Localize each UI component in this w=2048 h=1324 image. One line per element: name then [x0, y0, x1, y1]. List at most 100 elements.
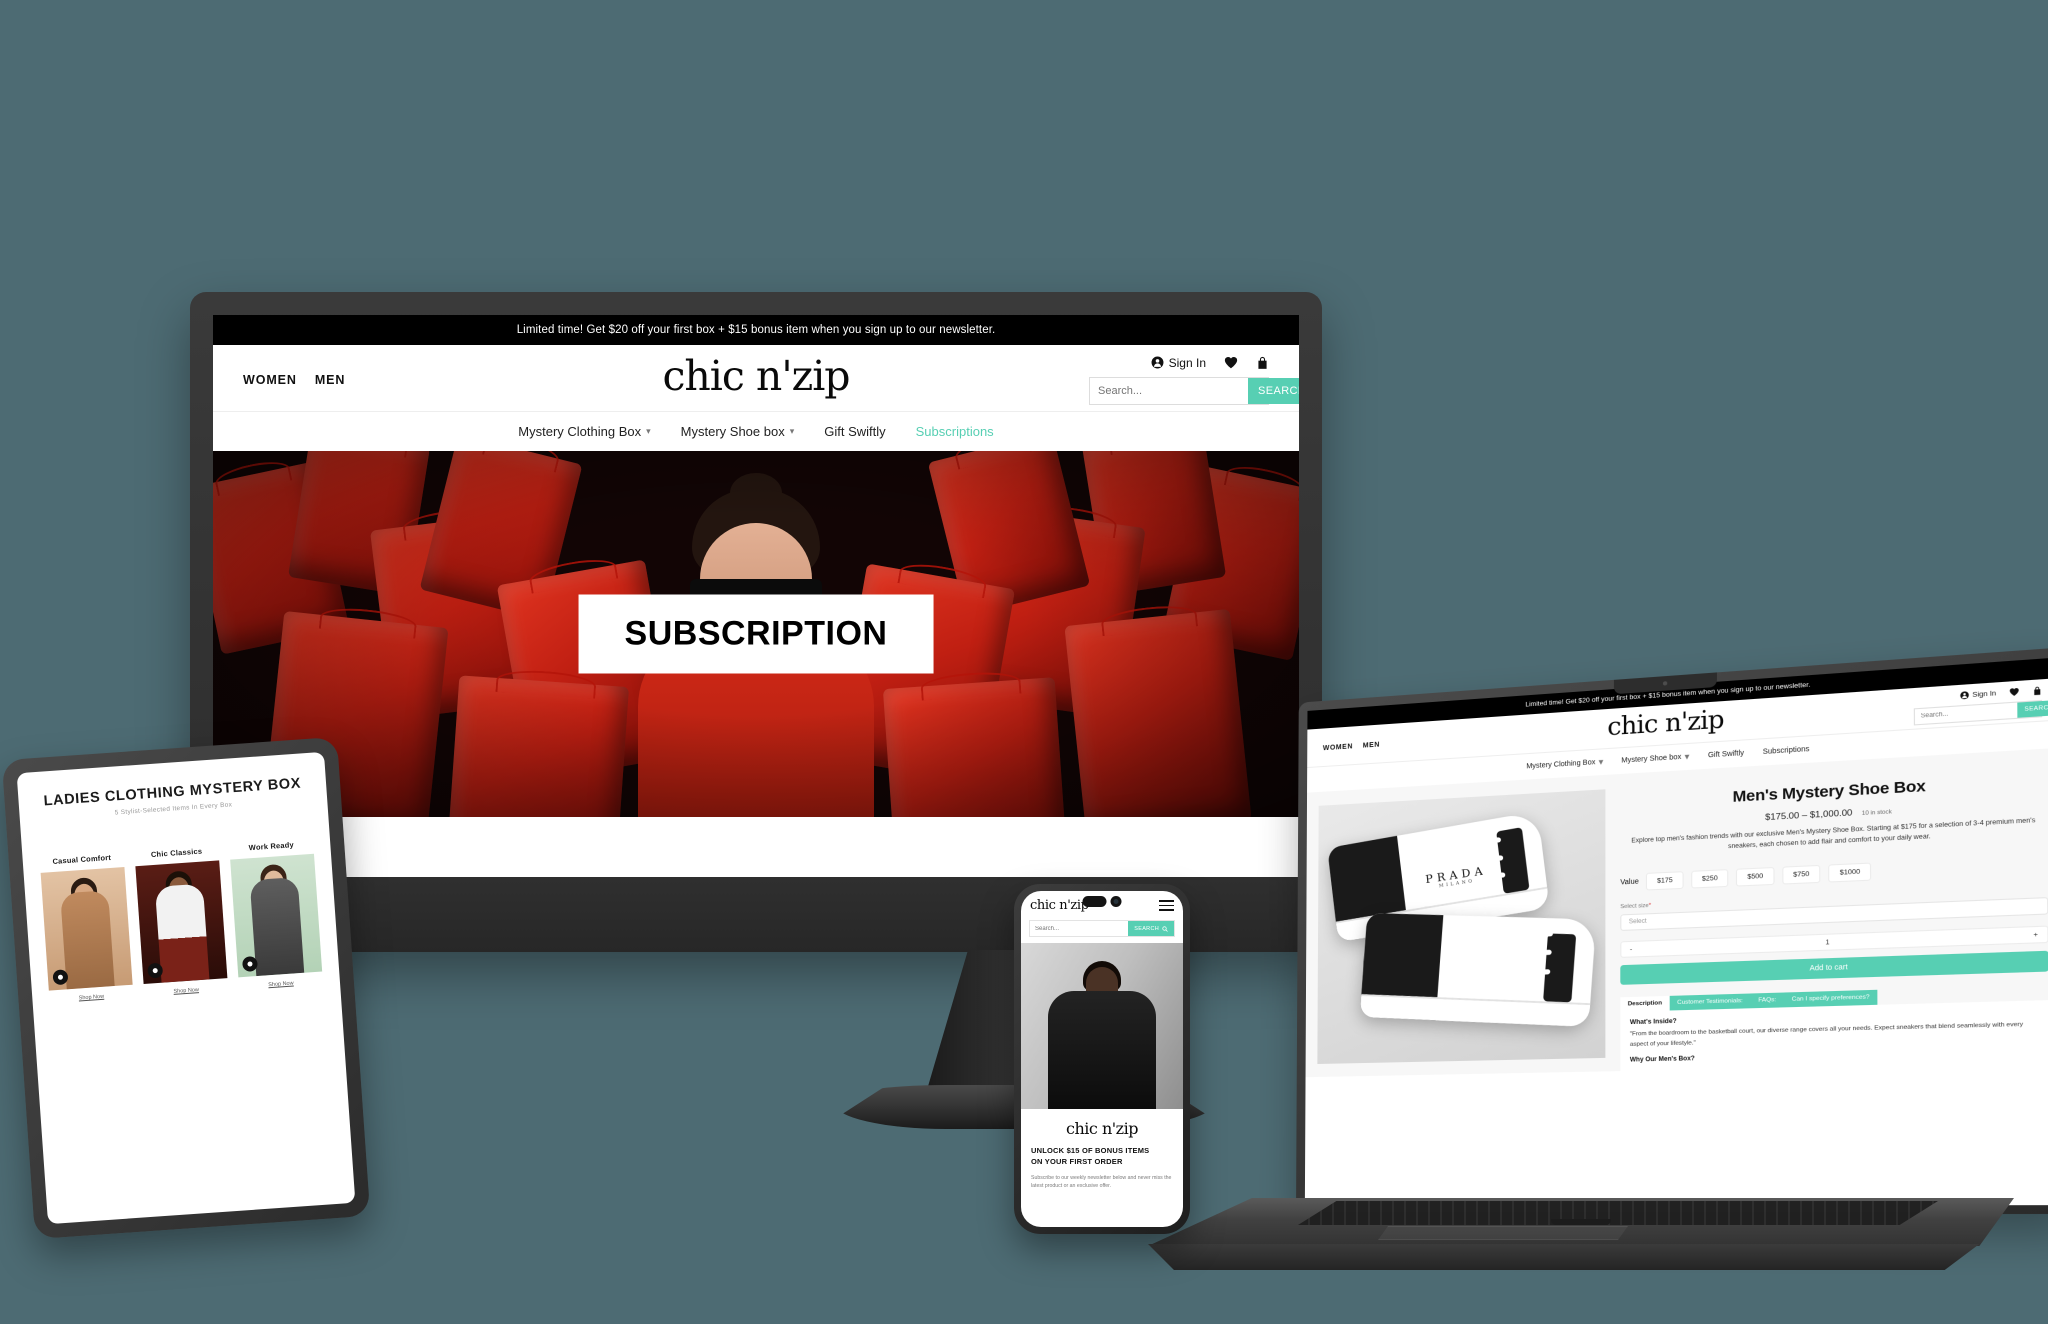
- category-card[interactable]: Work Ready Shop Now: [229, 839, 323, 991]
- phone-search-box[interactable]: SEARCH: [1029, 920, 1175, 937]
- laptop-search-button[interactable]: SEARCH: [2017, 698, 2048, 718]
- tablet-card-grid: Casual Comfort Shop Now Chic Classics Sh…: [35, 823, 326, 1004]
- dynamic-island: [1082, 896, 1122, 907]
- phone-device: chic n'zip SEARCH: [1014, 884, 1190, 1234]
- search-box[interactable]: SEARCH: [1089, 376, 1299, 405]
- laptop-base: [1148, 1198, 2014, 1270]
- laptop-foot: [1148, 1244, 1980, 1270]
- nav-item-subscriptions[interactable]: Subscriptions: [916, 424, 994, 439]
- phone-search-input[interactable]: [1030, 921, 1129, 936]
- front-camera-icon: [1110, 896, 1122, 907]
- nav-item-label: Gift Swiftly: [824, 424, 886, 439]
- sneaker-image-front: [1359, 912, 1597, 1027]
- quantity-decrease-button[interactable]: -: [1630, 946, 1632, 953]
- heart-icon[interactable]: [1224, 356, 1238, 369]
- shop-now-link[interactable]: Shop Now: [49, 992, 133, 1004]
- shop-now-link[interactable]: Shop Now: [239, 978, 323, 990]
- value-label: Value: [1620, 878, 1639, 887]
- laptop-sign-in-button[interactable]: Sign In: [1959, 689, 1997, 700]
- phone-search-button[interactable]: SEARCH: [1128, 921, 1174, 936]
- product-info-panel: Men's Mystery Shoe Box $175.00 – $1,000.…: [1620, 764, 2048, 1072]
- value-option-175[interactable]: $175: [1646, 871, 1684, 891]
- bag-icon[interactable]: [1256, 356, 1269, 370]
- quantity-increase-button[interactable]: +: [2033, 931, 2038, 939]
- shop-now-link[interactable]: Shop Now: [144, 985, 228, 997]
- search-icon: [1162, 925, 1168, 932]
- value-option-500[interactable]: $500: [1736, 867, 1775, 888]
- header-left-links: WOMEN MEN: [243, 373, 345, 387]
- sign-in-button[interactable]: Sign In: [1151, 356, 1206, 370]
- laptop-nav-item-gift-swiftly[interactable]: Gift Swiftly: [1708, 748, 1744, 762]
- subscription-banner[interactable]: SUBSCRIPTION: [578, 594, 934, 674]
- search-input[interactable]: [1090, 377, 1248, 404]
- speaker-pill: [1082, 896, 1107, 907]
- phone-brand-logo[interactable]: chic n'zip: [1030, 898, 1089, 913]
- laptop-search-button-label: SEARCH: [2024, 704, 2048, 713]
- nav-link-men[interactable]: MEN: [315, 373, 345, 387]
- tab-can-i-specify-preferences[interactable]: Can I specify preferences?: [1783, 990, 1878, 1008]
- hero-section: SUBSCRIPTION: [213, 451, 1299, 817]
- subscription-banner-label: SUBSCRIPTION: [624, 614, 888, 653]
- add-to-cart-button[interactable]: Add to cart: [1620, 951, 2048, 986]
- nav-item-label: Subscriptions: [915, 424, 994, 439]
- brand-logo[interactable]: chic n'zip: [662, 352, 850, 400]
- laptop-front-notch: [1551, 1219, 1611, 1225]
- laptop-lid: Limited time! Get $20 off your first box…: [1296, 646, 2048, 1214]
- site-header: WOMEN MEN chic n'zip Sign In Search... S…: [213, 345, 1299, 411]
- laptop-brand-logo[interactable]: chic n'zip: [1607, 705, 1723, 742]
- laptop-keyboard[interactable]: [1298, 1201, 1938, 1225]
- laptop-account-row: Sign In: [1959, 685, 2043, 700]
- laptop-nav-item-mystery-clothing-box[interactable]: Mystery Clothing Box ▾: [1526, 757, 1603, 773]
- camera-icon: [1662, 681, 1668, 686]
- heart-icon[interactable]: [2009, 687, 2020, 697]
- category-card-title: Casual Comfort: [52, 852, 112, 866]
- phone-newsletter-block: chic n'zip UNLOCK $15 OF BONUS ITEMS ON …: [1021, 1109, 1183, 1190]
- phone-newsletter-headline-line1: UNLOCK $15 OF BONUS ITEMS: [1031, 1146, 1150, 1155]
- value-option-1000[interactable]: $1000: [1828, 863, 1872, 884]
- account-icon: [1151, 356, 1164, 369]
- laptop-search-box[interactable]: SEARCH: [1913, 698, 2048, 725]
- category-card[interactable]: Chic Classics Shop Now: [134, 845, 228, 997]
- phone-newsletter-headline: UNLOCK $15 OF BONUS ITEMS ON YOUR FIRST …: [1031, 1145, 1173, 1168]
- product-stock: 10 in stock: [1861, 809, 1892, 818]
- phone-header: chic n'zip: [1021, 891, 1183, 916]
- product-gallery[interactable]: PRADA MILANO: [1317, 789, 1606, 1064]
- tab-faqs[interactable]: FAQs:: [1750, 993, 1784, 1009]
- tab-panel-body: "From the boardroom to the basketball co…: [1629, 1022, 2024, 1049]
- laptop-screen: Limited time! Get $20 off your first box…: [1304, 657, 2048, 1206]
- laptop-trackpad[interactable]: [1378, 1226, 1628, 1240]
- value-option-750[interactable]: $750: [1782, 865, 1821, 886]
- category-card-image: [230, 853, 323, 978]
- value-option-250[interactable]: $250: [1691, 869, 1729, 890]
- tab-description[interactable]: Description: [1620, 996, 1670, 1013]
- laptop-header-right-cluster: Sign In SEARCH: [1913, 685, 2048, 725]
- hamburger-menu-icon[interactable]: [1159, 900, 1174, 911]
- laptop-nav-item-label: Mystery Clothing Box: [1526, 759, 1596, 771]
- chevron-down-icon: ▾: [646, 426, 651, 436]
- phone-hero-image: [1021, 943, 1183, 1109]
- phone-newsletter-body: Subscribe to our weekly newsletter below…: [1031, 1174, 1172, 1189]
- nav-item-gift-swiftly[interactable]: Gift Swiftly: [824, 424, 885, 439]
- category-card-title: Work Ready: [248, 840, 295, 853]
- account-icon: [1959, 691, 1969, 700]
- nav-item-label: Mystery Clothing Box: [518, 424, 642, 439]
- laptop-nav-item-mystery-shoe-box[interactable]: Mystery Shoe box ▾: [1621, 751, 1689, 767]
- main-nav: Mystery Clothing Box ▾ Mystery Shoe box …: [213, 411, 1299, 451]
- device-mockup-stage: Limited time! Get $20 off your first box…: [0, 0, 2048, 1324]
- search-button[interactable]: SEARCH: [1248, 377, 1299, 404]
- nav-link-women[interactable]: WOMEN: [243, 373, 297, 387]
- laptop-product-page: PRADA MILANO Men's Mystery Shoe Box $175…: [1305, 747, 2048, 1078]
- monitor-screen: Limited time! Get $20 off your first box…: [213, 315, 1299, 877]
- laptop-nav-item-subscriptions[interactable]: Subscriptions: [1763, 744, 1810, 758]
- category-card-image: [40, 867, 133, 991]
- nav-item-mystery-clothing-box[interactable]: Mystery Clothing Box ▾: [518, 424, 650, 439]
- laptop-search-input[interactable]: [1914, 702, 2018, 724]
- promo-banner: Limited time! Get $20 off your first box…: [213, 315, 1299, 345]
- nav-item-mystery-shoe-box[interactable]: Mystery Shoe box ▾: [681, 424, 795, 439]
- category-card[interactable]: Casual Comfort Shop Now: [40, 852, 134, 1004]
- phone-search-button-label: SEARCH: [1134, 925, 1159, 932]
- laptop-nav-link-women[interactable]: WOMEN: [1323, 743, 1353, 752]
- tab-customer-testimonials[interactable]: Customer Testimonials:: [1669, 993, 1751, 1011]
- bag-icon[interactable]: [2033, 685, 2043, 695]
- laptop-nav-link-men[interactable]: MEN: [1363, 741, 1380, 749]
